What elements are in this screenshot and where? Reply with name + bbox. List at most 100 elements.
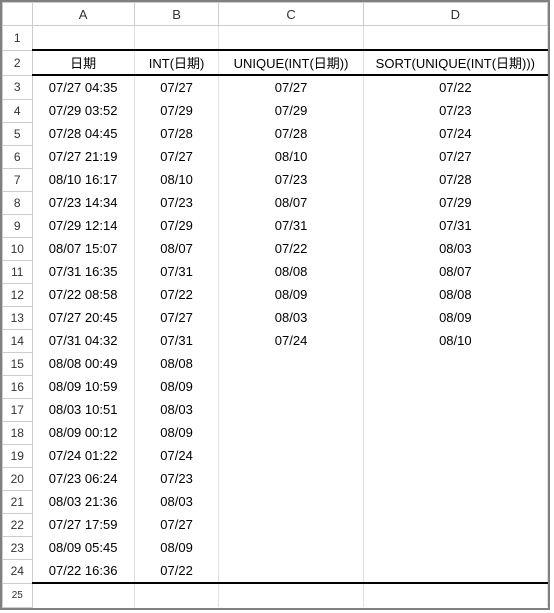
cell[interactable]: 08/07 15:07 (32, 237, 134, 260)
cell[interactable]: 07/27 17:59 (32, 513, 134, 536)
cell[interactable]: 08/09 (134, 375, 219, 398)
cell[interactable]: 07/27 20:45 (32, 306, 134, 329)
cell[interactable]: 08/08 (134, 352, 219, 375)
row-header[interactable]: 24 (3, 559, 33, 583)
cell[interactable]: 07/28 (134, 122, 219, 145)
row-header[interactable]: 11 (3, 260, 33, 283)
col-header-B[interactable]: B (134, 3, 219, 26)
cell[interactable] (363, 467, 547, 490)
cell[interactable]: 07/29 (363, 191, 547, 214)
cell[interactable]: 08/03 (134, 398, 219, 421)
cell[interactable]: 07/23 14:34 (32, 191, 134, 214)
col-header-A[interactable]: A (32, 3, 134, 26)
row-header[interactable]: 21 (3, 490, 33, 513)
cell[interactable] (363, 398, 547, 421)
row-header[interactable]: 7 (3, 168, 33, 191)
row-header[interactable]: 1 (3, 26, 33, 51)
cell[interactable]: 07/22 (134, 283, 219, 306)
cell[interactable]: 07/24 (134, 444, 219, 467)
row-header[interactable]: 17 (3, 398, 33, 421)
cell[interactable]: 07/29 (219, 99, 363, 122)
spreadsheet-grid[interactable]: A B C D 1 2 日期 INT(日期) UNIQUE(INT(日期)) S… (0, 0, 550, 610)
cell[interactable]: 07/27 (363, 145, 547, 168)
cell[interactable] (32, 583, 134, 607)
cell[interactable]: 07/27 04:35 (32, 75, 134, 99)
cell[interactable] (363, 536, 547, 559)
cell[interactable]: 07/29 (134, 99, 219, 122)
cell[interactable]: 07/31 16:35 (32, 260, 134, 283)
cell[interactable]: 07/23 (134, 467, 219, 490)
cell[interactable]: 07/23 06:24 (32, 467, 134, 490)
cell[interactable]: 08/08 (363, 283, 547, 306)
col-header-D[interactable]: D (363, 3, 547, 26)
row-header[interactable]: 15 (3, 352, 33, 375)
cell[interactable]: 07/31 04:32 (32, 329, 134, 352)
row-header[interactable]: 6 (3, 145, 33, 168)
cell[interactable] (219, 583, 363, 607)
cell[interactable]: 07/29 12:14 (32, 214, 134, 237)
cell[interactable]: 07/22 08:58 (32, 283, 134, 306)
cell[interactable]: 08/09 (134, 421, 219, 444)
cell[interactable]: 08/10 (219, 145, 363, 168)
col-header-C[interactable]: C (219, 3, 363, 26)
row-header[interactable]: 14 (3, 329, 33, 352)
cell[interactable]: 07/27 (134, 75, 219, 99)
select-all-corner[interactable] (3, 3, 33, 26)
cell[interactable] (363, 490, 547, 513)
cell[interactable] (363, 559, 547, 583)
cell[interactable]: 07/29 (134, 214, 219, 237)
cell[interactable]: 07/31 (134, 329, 219, 352)
cell[interactable]: 08/09 10:59 (32, 375, 134, 398)
cell[interactable]: 08/09 05:45 (32, 536, 134, 559)
cell[interactable]: 08/03 21:36 (32, 490, 134, 513)
cell[interactable]: 07/24 01:22 (32, 444, 134, 467)
row-header[interactable]: 18 (3, 421, 33, 444)
cell[interactable] (219, 26, 363, 51)
row-header[interactable]: 16 (3, 375, 33, 398)
cell[interactable]: 08/09 00:12 (32, 421, 134, 444)
cell[interactable] (219, 375, 363, 398)
cell[interactable]: 08/07 (134, 237, 219, 260)
cell[interactable]: 08/09 (363, 306, 547, 329)
cell[interactable] (219, 421, 363, 444)
cell[interactable] (219, 513, 363, 536)
cell[interactable]: 07/27 (134, 306, 219, 329)
cell[interactable] (134, 26, 219, 51)
cell[interactable]: 08/03 (363, 237, 547, 260)
cell[interactable]: 07/22 (219, 237, 363, 260)
cell[interactable]: 08/08 00:49 (32, 352, 134, 375)
cell[interactable]: 08/10 16:17 (32, 168, 134, 191)
row-header[interactable]: 4 (3, 99, 33, 122)
cell[interactable]: 07/28 (363, 168, 547, 191)
cell[interactable]: 07/31 (363, 214, 547, 237)
cell-header-B[interactable]: INT(日期) (134, 50, 219, 75)
cell[interactable]: 07/24 (219, 329, 363, 352)
cell[interactable]: 07/22 16:36 (32, 559, 134, 583)
cell[interactable]: 07/27 (134, 513, 219, 536)
row-header[interactable]: 23 (3, 536, 33, 559)
cell[interactable]: 08/03 (219, 306, 363, 329)
cell[interactable]: 07/22 (134, 559, 219, 583)
cell[interactable] (363, 421, 547, 444)
cell[interactable] (219, 536, 363, 559)
row-header[interactable]: 20 (3, 467, 33, 490)
cell[interactable]: 08/03 10:51 (32, 398, 134, 421)
cell[interactable]: 07/28 04:45 (32, 122, 134, 145)
row-header[interactable]: 5 (3, 122, 33, 145)
cell[interactable] (219, 559, 363, 583)
cell[interactable]: 08/10 (134, 168, 219, 191)
cell[interactable]: 07/23 (363, 99, 547, 122)
cell[interactable]: 07/28 (219, 122, 363, 145)
cell[interactable] (219, 398, 363, 421)
row-header[interactable]: 3 (3, 75, 33, 99)
cell[interactable] (363, 444, 547, 467)
cell[interactable] (219, 352, 363, 375)
row-header[interactable]: 12 (3, 283, 33, 306)
cell[interactable]: 08/03 (134, 490, 219, 513)
cell[interactable]: 07/27 21:19 (32, 145, 134, 168)
cell[interactable]: 07/27 (219, 75, 363, 99)
cell[interactable]: 07/31 (134, 260, 219, 283)
row-header[interactable]: 25 (3, 583, 33, 607)
cell[interactable] (363, 352, 547, 375)
cell[interactable]: 07/23 (134, 191, 219, 214)
